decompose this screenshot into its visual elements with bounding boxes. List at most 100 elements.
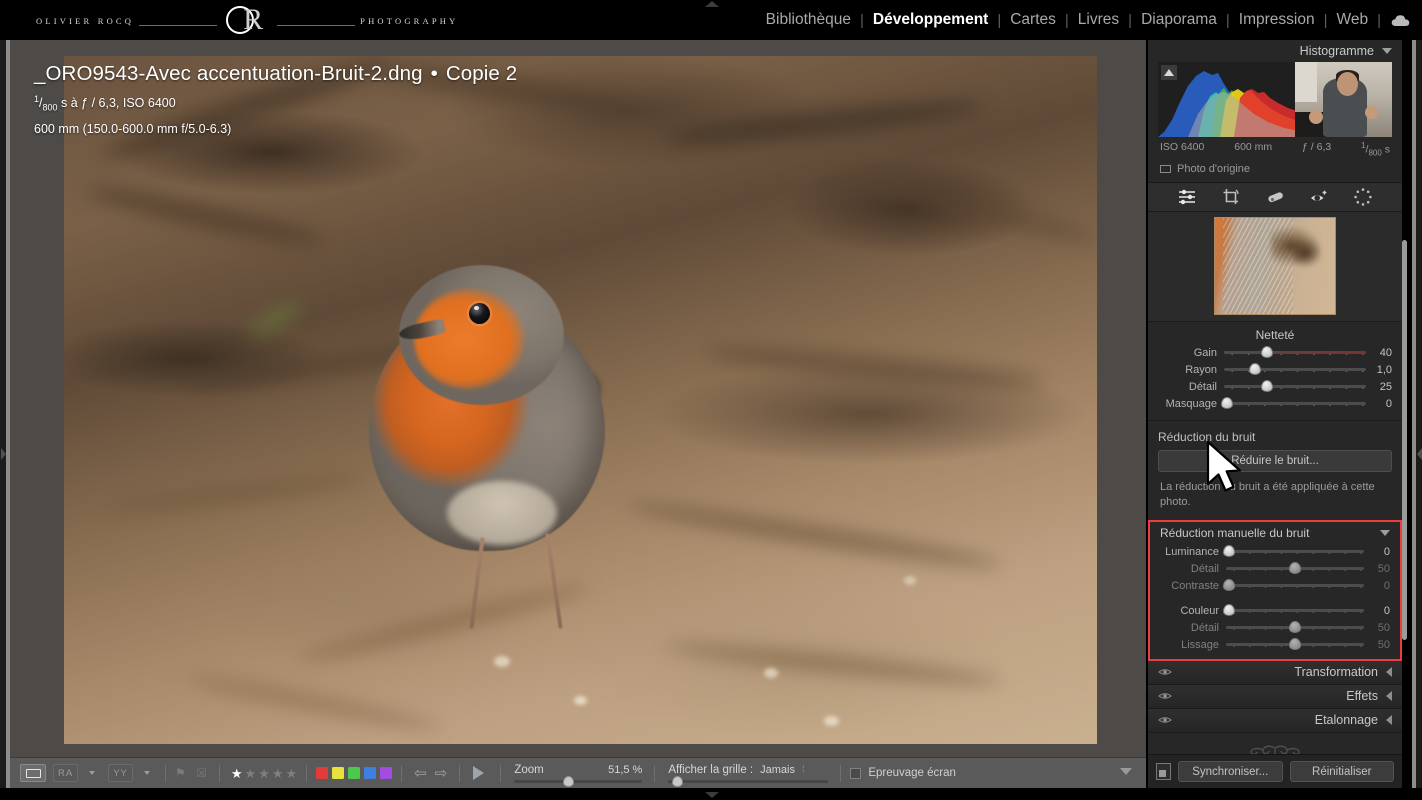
reject-flag-icon[interactable]: ⮽	[197, 766, 210, 780]
eye-icon-etalonnage[interactable]	[1158, 715, 1172, 726]
grid-stepper-icon[interactable]: ⁞	[802, 765, 805, 774]
chevron-down-icon-manual-nr[interactable]	[1380, 529, 1390, 536]
arrow-right-icon[interactable]: ⇨	[435, 766, 448, 781]
original-photo-toggle[interactable]: Photo d'origine	[1148, 158, 1402, 182]
chevron-left-icon-transformation[interactable]	[1386, 667, 1392, 678]
sync-switch-icon[interactable]	[1156, 763, 1171, 780]
slider-knob-lum-detail[interactable]	[1289, 562, 1301, 575]
section-transformation[interactable]: Transformation	[1148, 660, 1402, 685]
slider-track-detail[interactable]	[1224, 380, 1366, 393]
identity-plate-logo[interactable]: OLIVIER ROCQ R PHOTOGRAPHY	[36, 5, 458, 36]
cloud-icon[interactable]	[1391, 14, 1410, 27]
flag-icon[interactable]: ⚑	[175, 766, 188, 780]
slider-row-couleur[interactable]: Couleur 0	[1150, 603, 1400, 619]
slider-value-lissage[interactable]: 50	[1364, 639, 1390, 651]
slider-knob-lum-contraste[interactable]	[1222, 579, 1235, 592]
image-viewer[interactable]: _ORO9543-Avec accentuation-Bruit-2.dng • C…	[10, 40, 1146, 757]
slider-knob-couleur[interactable]	[1222, 604, 1235, 617]
slider-value-col-detail[interactable]: 50	[1364, 622, 1390, 634]
survey-view-button[interactable]: YY	[108, 764, 133, 782]
detail-preview-image[interactable]	[1214, 217, 1336, 316]
slider-track-lum-contraste[interactable]	[1222, 579, 1364, 592]
color-label-green[interactable]	[348, 767, 361, 779]
photo-image[interactable]	[64, 56, 1097, 744]
chevron-down-icon-view2[interactable]	[143, 771, 150, 775]
slider-value-lum-detail[interactable]: 50	[1364, 563, 1390, 575]
detail-preview[interactable]	[1148, 211, 1402, 322]
star-rating[interactable]: ★ ★ ★ ★ ★	[231, 767, 297, 780]
slider-knob-lissage[interactable]	[1289, 638, 1301, 651]
star-1[interactable]: ★	[231, 767, 243, 780]
module-developpement[interactable]: Développement	[864, 11, 997, 29]
slider-knob-rayon[interactable]	[1249, 363, 1262, 376]
eye-icon-effets[interactable]	[1158, 691, 1172, 702]
zoom-control[interactable]: Zoom 51,5 %	[514, 764, 643, 787]
slider-row-lissage[interactable]: Lissage 50	[1150, 637, 1400, 653]
color-label-blue[interactable]	[364, 767, 377, 779]
chevron-left-icon-effets[interactable]	[1386, 691, 1392, 702]
slider-row-lum-contraste[interactable]: Contraste 0	[1150, 578, 1400, 594]
color-label-swatches[interactable]	[316, 767, 393, 779]
zoom-slider-knob[interactable]	[562, 775, 574, 787]
panel-toggle-bottom-icon[interactable]	[705, 792, 719, 798]
slider-track-col-detail[interactable]	[1226, 621, 1364, 634]
color-label-yellow[interactable]	[332, 767, 345, 779]
grid-slider-knob[interactable]	[671, 775, 683, 787]
slider-row-masquage[interactable]: Masquage 0	[1148, 396, 1402, 412]
slider-track-luminance[interactable]	[1222, 545, 1364, 558]
module-diaporama[interactable]: Diaporama	[1132, 11, 1226, 29]
slider-row-col-detail[interactable]: Détail 50	[1150, 620, 1400, 636]
synchronize-button[interactable]: Synchroniser...	[1178, 761, 1283, 782]
slider-value-couleur[interactable]: 0	[1364, 605, 1390, 617]
module-impression[interactable]: Impression	[1230, 11, 1324, 29]
slider-knob-col-detail[interactable]	[1289, 621, 1301, 634]
slider-track-lum-detail[interactable]	[1226, 562, 1364, 575]
histogram-graph[interactable]	[1158, 62, 1392, 137]
red-eye-icon[interactable]	[1309, 186, 1330, 207]
slider-value-detail[interactable]: 25	[1366, 381, 1392, 393]
panel-toggle-right-icon[interactable]	[1417, 448, 1422, 460]
slider-row-detail[interactable]: Détail 25	[1148, 379, 1402, 395]
module-livres[interactable]: Livres	[1069, 11, 1128, 29]
slider-track-masquage[interactable]	[1220, 397, 1366, 410]
soft-proof-control[interactable]: Epreuvage écran	[850, 767, 956, 779]
eye-icon-transformation[interactable]	[1158, 667, 1172, 678]
section-etalonnage[interactable]: Etalonnage	[1148, 708, 1402, 733]
slider-track-rayon[interactable]	[1224, 363, 1366, 376]
loupe-view-icon[interactable]	[20, 764, 46, 782]
slider-row-luminance[interactable]: Luminance 0	[1150, 544, 1400, 560]
slider-value-rayon[interactable]: 1,0	[1366, 364, 1392, 376]
star-5[interactable]: ★	[286, 767, 298, 780]
masking-icon[interactable]	[1353, 186, 1374, 207]
color-label-purple[interactable]	[380, 767, 393, 779]
healing-brush-icon[interactable]	[1265, 186, 1286, 207]
basic-adjust-icon[interactable]	[1177, 186, 1198, 207]
module-cartes[interactable]: Cartes	[1001, 11, 1065, 29]
slider-track-gain[interactable]	[1224, 346, 1366, 359]
grid-overlay-control[interactable]: Afficher la grille : Jamais ⁞	[668, 764, 829, 787]
slider-knob-masquage[interactable]	[1220, 397, 1233, 410]
slider-track-couleur[interactable]	[1222, 604, 1364, 617]
slider-knob-detail[interactable]	[1260, 380, 1273, 393]
chevron-down-icon[interactable]	[1382, 48, 1392, 54]
slider-track-lissage[interactable]	[1226, 638, 1364, 651]
toolbar-chevron-down-icon[interactable]	[1120, 768, 1132, 775]
original-photo-checkbox[interactable]	[1160, 164, 1171, 173]
star-4[interactable]: ★	[272, 767, 284, 780]
arrow-left-icon[interactable]: ⇦	[414, 766, 427, 781]
color-label-red[interactable]	[316, 767, 329, 779]
zoom-slider-track[interactable]	[514, 775, 643, 787]
star-3[interactable]: ★	[258, 767, 270, 780]
slider-row-rayon[interactable]: Rayon 1,0	[1148, 362, 1402, 378]
crop-icon[interactable]	[1221, 186, 1242, 207]
slider-row-lum-detail[interactable]: Détail 50	[1150, 561, 1400, 577]
section-effets[interactable]: Effets	[1148, 684, 1402, 709]
reduce-noise-button[interactable]: Réduire le bruit...	[1158, 449, 1392, 472]
histogram-header[interactable]: Histogramme	[1148, 40, 1402, 62]
compare-view-button[interactable]: RA	[53, 764, 79, 782]
slider-row-gain[interactable]: Gain 40	[1148, 345, 1402, 361]
grid-slider-track[interactable]	[668, 775, 829, 787]
panel-toggle-left-icon[interactable]	[1, 448, 6, 460]
shadow-clipping-indicator[interactable]	[1161, 65, 1177, 80]
chevron-left-icon-etalonnage[interactable]	[1386, 715, 1392, 726]
